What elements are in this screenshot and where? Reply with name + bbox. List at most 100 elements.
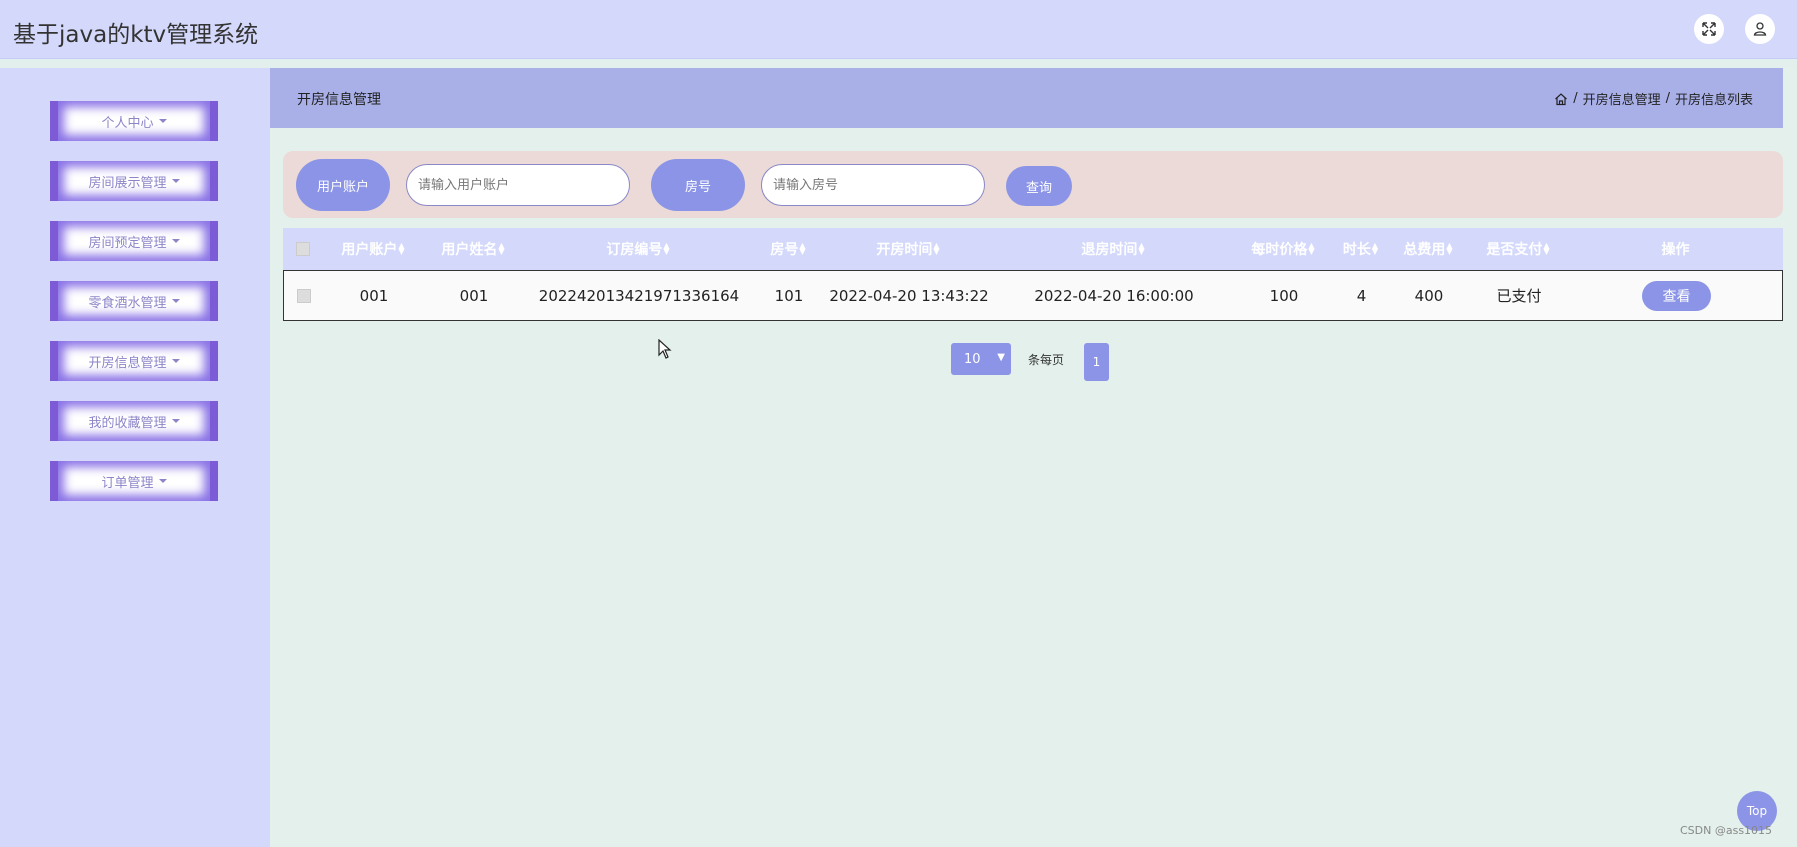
chevron-down-icon: ▼ <box>997 352 1005 363</box>
column-header[interactable]: 是否支付 ▲ ▼ <box>1468 228 1568 270</box>
column-header[interactable]: 总费用 ▲ ▼ <box>1388 228 1468 270</box>
header-divider <box>0 59 1797 68</box>
sort-icon: ▲ ▼ <box>398 241 405 256</box>
column-header-label: 时长 <box>1342 242 1371 258</box>
column-header-label: 房号 <box>770 242 799 258</box>
account-label: 用户账户 <box>296 159 390 211</box>
column-header[interactable]: 用户姓名 ▲ ▼ <box>423 228 523 270</box>
caret-down-icon <box>171 419 180 423</box>
app-title: 基于java的ktv管理系统 <box>13 22 259 48</box>
query-button[interactable]: 查询 <box>1006 166 1072 206</box>
sidebar-item-label: 个人中心 <box>101 115 154 131</box>
main-content: 开房信息管理 / 开房信息管理 / 开房信息列表 用户账户 房号 查询 用户账户… <box>270 68 1797 847</box>
sort-icon: ▲ ▼ <box>1308 241 1315 256</box>
sidebar-item-orders[interactable]: 订单管理 <box>50 461 218 501</box>
cell-room: 101 <box>774 286 804 305</box>
cell-order-no: 202242013421971336164 <box>538 286 740 305</box>
column-header[interactable]: 每时价格 ▲ ▼ <box>1233 228 1333 270</box>
select-all-checkbox[interactable] <box>296 242 310 256</box>
column-header: 操作 <box>1568 228 1783 270</box>
breadcrumb-item[interactable]: 开房信息管理 <box>1583 89 1661 108</box>
page-number-button[interactable]: 1 <box>1084 343 1109 381</box>
sort-icon: ▲ ▼ <box>933 241 940 256</box>
sidebar-item-snacks-drinks[interactable]: 零食酒水管理 <box>50 281 218 321</box>
sidebar-item-room-opening[interactable]: 开房信息管理 <box>50 341 218 381</box>
caret-down-icon <box>158 479 167 483</box>
user-icon[interactable] <box>1745 14 1775 44</box>
caret-down-icon <box>171 179 180 183</box>
breadcrumb-separator: / <box>1573 91 1578 106</box>
breadcrumb-separator: / <box>1665 91 1670 106</box>
column-header-label: 用户姓名 <box>441 242 498 258</box>
user-icon-glyph <box>1753 22 1767 36</box>
column-header-label: 每时价格 <box>1251 242 1308 258</box>
cell-paid-status: 已支付 <box>1496 287 1542 305</box>
column-header-label: 退房时间 <box>1081 242 1138 258</box>
account-search-input[interactable] <box>406 164 630 206</box>
sort-icon: ▲ ▼ <box>663 241 670 256</box>
sort-icon: ▲ ▼ <box>1138 241 1145 256</box>
page-size-value: 10 <box>964 351 981 367</box>
caret-down-icon <box>171 299 180 303</box>
sidebar-item-personal-center[interactable]: 个人中心 <box>50 101 218 141</box>
cell-checkin: 2022-04-20 13:43:22 <box>829 286 989 305</box>
cell-name: 001 <box>459 286 489 305</box>
sort-icon: ▲ ▼ <box>799 241 806 256</box>
column-header-label: 总费用 <box>1403 242 1446 258</box>
sidebar-item-favorites[interactable]: 我的收藏管理 <box>50 401 218 441</box>
sidebar-item-label: 我的收藏管理 <box>88 415 167 431</box>
cell-actions: 查看 <box>1569 271 1784 320</box>
room-label: 房号 <box>651 159 745 211</box>
search-bar: 用户账户 房号 查询 <box>283 151 1783 218</box>
cell-account: 001 <box>359 286 389 305</box>
sidebar-item-label: 开房信息管理 <box>88 355 167 371</box>
sort-icon: ▲ ▼ <box>498 241 505 256</box>
sidebar-item-room-booking[interactable]: 房间预定管理 <box>50 221 218 261</box>
pagination: 10 ▼ 条每页 1 <box>270 343 1797 381</box>
column-header-label: 操作 <box>1661 242 1690 258</box>
column-header-label: 是否支付 <box>1486 242 1543 258</box>
cell-duration: 4 <box>1356 286 1367 305</box>
sidebar-item-label: 零食酒水管理 <box>88 295 167 311</box>
table-header: 用户账户 ▲ ▼ 用户姓名 ▲ ▼ 订房编号 ▲ ▼ 房号 ▲ ▼ 开房时间 ▲ ▼ 退房时间 ▲ ▼ … <box>283 228 1783 270</box>
page-title: 开房信息管理 <box>297 92 381 108</box>
home-icon[interactable] <box>1554 92 1568 106</box>
data-table: 用户账户 ▲ ▼ 用户姓名 ▲ ▼ 订房编号 ▲ ▼ 房号 ▲ ▼ 开房时间 ▲ ▼ 退房时间 ▲ ▼ … <box>283 228 1783 321</box>
sort-icon: ▲ ▼ <box>1371 241 1379 256</box>
sidebar-item-label: 房间预定管理 <box>88 235 167 251</box>
room-search-input[interactable] <box>761 164 985 206</box>
sort-icon: ▲ ▼ <box>1446 241 1453 256</box>
column-header[interactable]: 房号 ▲ ▼ <box>753 228 823 270</box>
fullscreen-icon-glyph <box>1702 22 1716 36</box>
per-page-label: 条每页 <box>1028 353 1065 367</box>
column-header[interactable]: 时长 ▲ ▼ <box>1333 228 1388 270</box>
column-header-label: 开房时间 <box>876 242 933 258</box>
page-header: 开房信息管理 / 开房信息管理 / 开房信息列表 <box>270 68 1783 128</box>
column-header-label: 订房编号 <box>606 242 663 258</box>
cell-price: 100 <box>1269 286 1299 305</box>
sidebar-item-label: 订单管理 <box>101 475 154 491</box>
row-select-cell <box>284 271 324 320</box>
breadcrumb: / 开房信息管理 / 开房信息列表 <box>1554 89 1753 108</box>
table-row: 001 001 202242013421971336164 101 2022-0… <box>283 270 1783 321</box>
watermark: CSDN @ass1015 <box>1680 824 1773 837</box>
column-header[interactable]: 开房时间 ▲ ▼ <box>823 228 993 270</box>
page-size-select[interactable]: 10 ▼ <box>951 343 1011 375</box>
sidebar-item-label: 房间展示管理 <box>88 175 167 191</box>
sidebar-item-room-display[interactable]: 房间展示管理 <box>50 161 218 201</box>
cell-total: 400 <box>1414 286 1444 305</box>
breadcrumb-item: 开房信息列表 <box>1674 93 1753 108</box>
mouse-cursor-icon <box>658 338 672 363</box>
fullscreen-icon[interactable] <box>1694 14 1724 44</box>
caret-down-icon <box>171 359 180 363</box>
column-header[interactable]: 订房编号 ▲ ▼ <box>523 228 753 270</box>
column-header[interactable]: 用户账户 ▲ ▼ <box>323 228 423 270</box>
column-header-label: 用户账户 <box>341 242 398 258</box>
caret-down-icon <box>171 239 180 243</box>
sort-icon: ▲ ▼ <box>1543 241 1550 256</box>
row-checkbox[interactable] <box>297 288 311 303</box>
column-header[interactable]: 退房时间 ▲ ▼ <box>993 228 1233 270</box>
select-all-cell <box>283 228 323 270</box>
caret-down-icon <box>158 119 167 123</box>
view-button[interactable]: 查看 <box>1642 280 1711 311</box>
